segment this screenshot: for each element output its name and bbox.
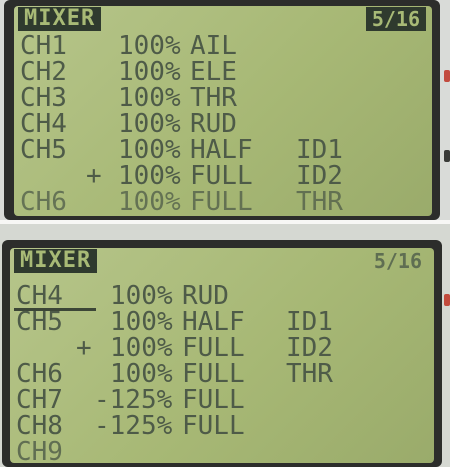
mix-rate[interactable]: 100%: [118, 110, 181, 138]
mix-rate[interactable]: 100%: [118, 162, 181, 190]
mixer-row-ch2[interactable]: CH2 100% ELE: [14, 58, 432, 86]
mixer-row-ch4[interactable]: CH4 100% RUD: [10, 282, 434, 310]
channel-label: CH5: [16, 307, 63, 337]
mixer-row-ch8[interactable]: CH8 -125% FULL: [10, 412, 434, 440]
mix-source[interactable]: FULL: [190, 188, 253, 216]
mix-source[interactable]: FULL: [182, 386, 245, 414]
mixer-row-ch9[interactable]: CH9: [10, 438, 434, 463]
mix-source[interactable]: HALF: [190, 136, 253, 164]
channel-label: CH7: [16, 385, 63, 415]
plus-marker: +: [86, 161, 102, 191]
page-indicator: 5/16: [373, 249, 422, 273]
mixer-row-ch5-plus[interactable]: + 100% FULL ID2: [14, 162, 432, 190]
mix-rate[interactable]: 100%: [110, 334, 173, 362]
mix-source[interactable]: FULL: [182, 334, 245, 362]
mix-source[interactable]: THR: [190, 84, 237, 112]
mix-source[interactable]: RUD: [190, 110, 237, 138]
screen-title: MIXER: [14, 249, 98, 273]
mixer-row-ch4[interactable]: CH4 100% RUD: [14, 110, 432, 138]
channel-label: CH8: [16, 411, 63, 441]
channel-label: CH9: [16, 437, 63, 463]
mix-rate[interactable]: 100%: [110, 360, 173, 388]
mix-rate[interactable]: 100%: [110, 308, 173, 336]
mix-switch[interactable]: THR: [296, 188, 343, 216]
channel-label: CH5: [20, 135, 67, 165]
channel-label: CH2: [20, 57, 67, 87]
mixer-row-ch5[interactable]: CH5 100% HALF ID1: [14, 136, 432, 164]
mix-source[interactable]: HALF: [182, 308, 245, 336]
lcd-screen: MIXER 5/16 CH4 100% RUD CH5 100% HALF ID…: [10, 248, 434, 463]
mix-source[interactable]: ELE: [190, 58, 237, 86]
bezel-notch: [444, 150, 450, 162]
channel-label: CH6: [16, 359, 63, 389]
mix-switch[interactable]: ID1: [296, 136, 343, 164]
mix-rate[interactable]: 100%: [118, 84, 181, 112]
page-indicator: 5/16: [365, 7, 426, 31]
mix-rate[interactable]: -125%: [94, 386, 172, 414]
mix-rate[interactable]: 100%: [118, 58, 181, 86]
mix-switch[interactable]: ID2: [296, 162, 343, 190]
channel-label: CH4: [16, 281, 63, 311]
mix-source[interactable]: FULL: [182, 412, 245, 440]
title-bar: MIXER 5/16: [14, 6, 432, 32]
mixer-row-ch6[interactable]: CH6 100% FULL THR: [10, 360, 434, 388]
screen-title: MIXER: [18, 7, 102, 31]
mixer-row-ch6[interactable]: CH6 100% FULL THR: [14, 188, 432, 216]
title-bar: MIXER 5/16: [10, 248, 434, 274]
mixer-row-ch7[interactable]: CH7 -125% FULL: [10, 386, 434, 414]
channel-label: CH1: [20, 31, 67, 61]
mixer-row-ch5-plus[interactable]: + 100% FULL ID2: [10, 334, 434, 362]
mix-source[interactable]: AIL: [190, 32, 237, 60]
photo-top: MIXER 5/16 CH1 100% AIL CH2 100% ELE CH3…: [0, 0, 450, 220]
mix-rate[interactable]: 100%: [118, 136, 181, 164]
mix-source[interactable]: FULL: [190, 162, 253, 190]
photo-bottom: MIXER 5/16 CH4 100% RUD CH5 100% HALF ID…: [0, 224, 450, 467]
mix-rate[interactable]: -125%: [94, 412, 172, 440]
mix-switch[interactable]: ID2: [286, 334, 333, 362]
mixer-row-ch3[interactable]: CH3 100% THR: [14, 84, 432, 112]
channel-label: CH6: [20, 187, 67, 216]
mixer-row-ch1[interactable]: CH1 100% AIL: [14, 32, 432, 60]
plus-marker: +: [76, 333, 92, 363]
mix-rate[interactable]: 100%: [118, 32, 181, 60]
mix-rate[interactable]: 100%: [110, 282, 173, 310]
mixer-row-ch5[interactable]: CH5 100% HALF ID1: [10, 308, 434, 336]
mix-source[interactable]: FULL: [182, 360, 245, 388]
mix-source[interactable]: RUD: [182, 282, 229, 310]
mix-rate[interactable]: 100%: [118, 188, 181, 216]
channel-label: CH4: [20, 109, 67, 139]
red-indicator: [444, 70, 450, 82]
mix-switch[interactable]: ID1: [286, 308, 333, 336]
lcd-screen: MIXER 5/16 CH1 100% AIL CH2 100% ELE CH3…: [14, 6, 432, 216]
channel-label: CH3: [20, 83, 67, 113]
red-indicator: [444, 294, 450, 306]
mix-switch[interactable]: THR: [286, 360, 333, 388]
